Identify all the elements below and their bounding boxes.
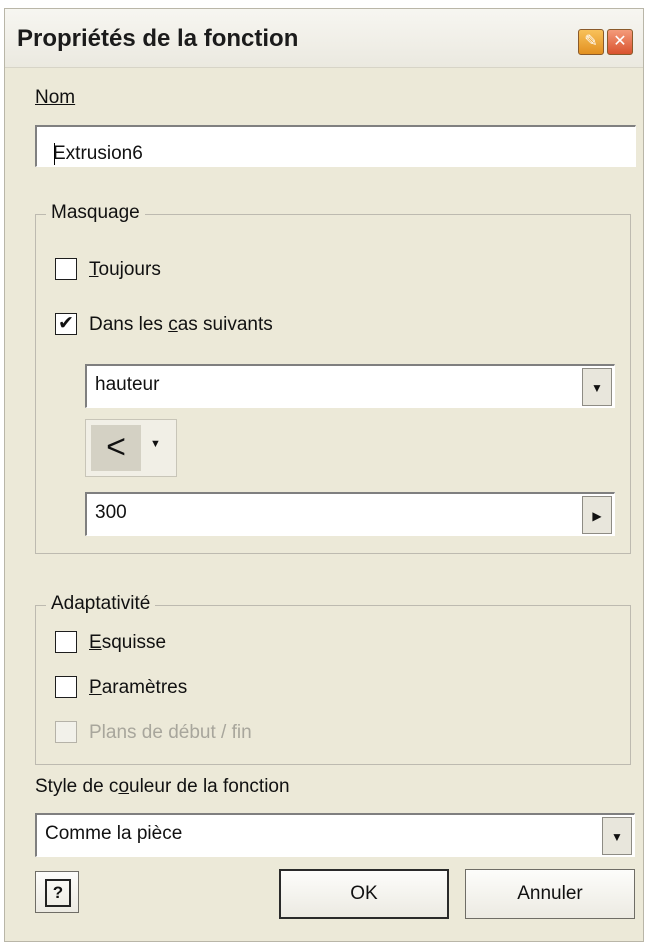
plans-label: Plans de début / fin <box>89 722 252 743</box>
parametres-checkbox[interactable] <box>55 676 77 698</box>
cancel-button[interactable]: Annuler <box>465 869 635 919</box>
masquage-legend: Masquage <box>46 202 145 224</box>
color-style-dropdown[interactable]: Comme la pièce ▼ <box>35 813 635 857</box>
plans-checkbox[interactable] <box>55 721 77 743</box>
name-input[interactable]: Extrusion6 <box>35 125 636 167</box>
parameter-dropdown[interactable]: hauteur ▼ <box>85 364 615 408</box>
spin-right-icon[interactable]: ▶ <box>582 496 612 534</box>
close-icon[interactable]: ✕ <box>607 29 633 55</box>
chevron-down-icon[interactable]: ▼ <box>582 368 612 406</box>
esquisse-checkbox[interactable] <box>55 631 77 653</box>
dans-les-cas-label[interactable]: Dans les cas suivants <box>89 314 273 336</box>
name-input-value: Extrusion6 <box>53 143 143 164</box>
window-title: Propriétés de la fonction <box>17 25 299 52</box>
help-button[interactable]: ? <box>35 871 79 913</box>
help-icon: ? <box>45 879 71 907</box>
color-style-value: Comme la pièce <box>45 823 183 844</box>
toujours-label[interactable]: Toujours <box>89 259 161 281</box>
color-style-label: Style de couleur de la fonction <box>35 776 290 797</box>
value-input-value: 300 <box>95 502 127 523</box>
ok-button[interactable]: OK <box>279 869 449 919</box>
title-bar[interactable]: Propriétés de la fonction ✎ ✕ <box>5 9 643 68</box>
feature-properties-dialog: Propriétés de la fonction ✎ ✕ Nom Extrus… <box>4 8 644 942</box>
operator-symbol: < <box>91 425 141 471</box>
operator-button[interactable]: < ▼ <box>85 419 177 477</box>
pin-icon[interactable]: ✎ <box>578 29 604 55</box>
parameter-value: hauteur <box>95 374 160 395</box>
toujours-checkbox[interactable] <box>55 258 77 280</box>
chevron-down-icon[interactable]: ▼ <box>602 817 632 855</box>
dans-les-cas-checkbox[interactable]: ✔ <box>55 313 77 335</box>
parametres-label[interactable]: Paramètres <box>89 677 187 699</box>
operator-arrow-icon: ▼ <box>150 438 161 450</box>
adaptativite-legend: Adaptativité <box>46 593 156 615</box>
value-input[interactable]: 300 ▶ <box>85 492 615 536</box>
esquisse-label[interactable]: Esquisse <box>89 632 166 654</box>
name-label: Nom <box>35 87 76 108</box>
text-caret <box>54 143 55 165</box>
